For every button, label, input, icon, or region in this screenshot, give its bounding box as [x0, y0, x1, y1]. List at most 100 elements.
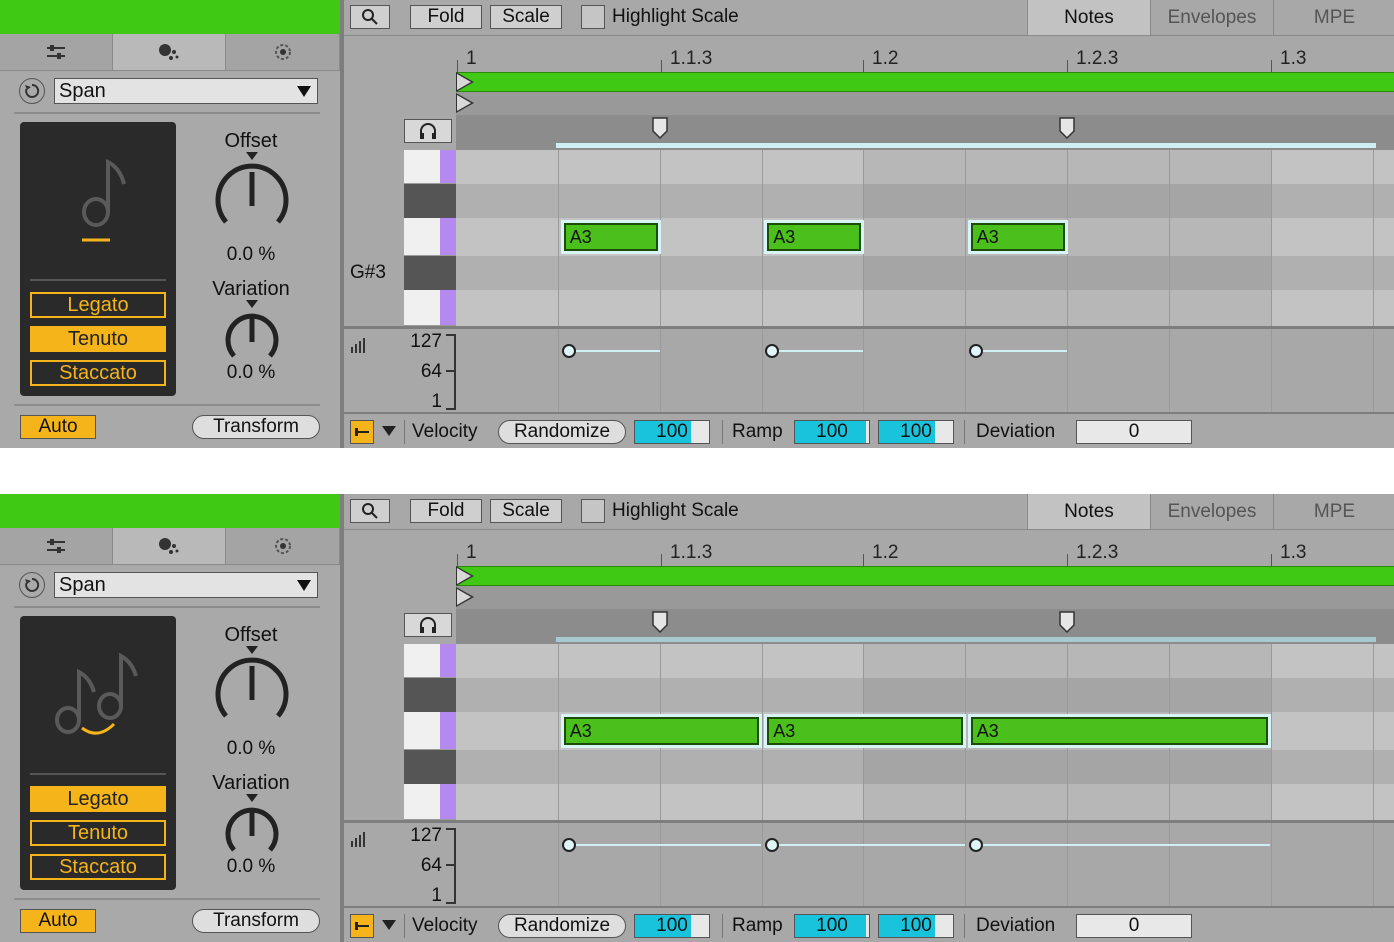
tab-mixer[interactable] [0, 34, 113, 70]
tab-target[interactable] [227, 528, 340, 564]
deviation-field[interactable]: 0 [1076, 914, 1192, 938]
transform-button[interactable]: Transform [192, 909, 320, 933]
tab-envelopes[interactable]: Envelopes [1150, 0, 1273, 35]
offset-knob[interactable] [210, 152, 294, 236]
midi-note[interactable]: A3 [970, 717, 1268, 745]
tab-mixer[interactable] [0, 528, 113, 564]
piano-key[interactable] [404, 256, 456, 290]
midi-note[interactable]: A3 [767, 223, 861, 251]
midi-note[interactable]: A3 [563, 223, 658, 251]
ramp-end-field[interactable]: 100 [878, 914, 954, 938]
velocity-lane[interactable] [456, 329, 1394, 412]
variation-knob[interactable] [220, 300, 284, 364]
warp-marker[interactable] [1059, 611, 1075, 633]
scale-button[interactable]: Scale [490, 499, 562, 523]
randomize-button[interactable]: Randomize [498, 420, 626, 444]
loop-start-marker[interactable] [456, 587, 474, 607]
span-device: Span Legato Tenuto Staccato Offset 0.0 %… [0, 0, 342, 448]
tab-notes[interactable]: Notes [1027, 494, 1150, 529]
velocity-handle[interactable] [765, 838, 780, 852]
piano-key[interactable] [404, 150, 456, 184]
velocity-value-field[interactable]: 100 [634, 420, 710, 444]
legato-button[interactable]: Legato [30, 786, 166, 812]
divider [30, 773, 166, 775]
auto-button[interactable]: Auto [20, 909, 96, 933]
note-grid[interactable]: A3 A3 A3 [456, 644, 1394, 820]
auto-button[interactable]: Auto [20, 415, 96, 439]
velocity-lane[interactable] [456, 823, 1394, 906]
note-grid[interactable]: A3 A3 A3 [456, 150, 1394, 326]
staccato-button[interactable]: Staccato [30, 854, 166, 880]
piano-key[interactable] [404, 750, 456, 784]
time-ruler[interactable]: 1 1.1.3 1.2 1.2.3 1.3 [456, 36, 1394, 72]
midi-note[interactable]: A3 [767, 717, 963, 745]
device-title-bar[interactable] [0, 494, 342, 528]
clip-start-marker[interactable] [456, 566, 474, 586]
reset-button[interactable] [19, 78, 45, 104]
clip-start-marker[interactable] [456, 72, 474, 92]
tab-envelopes[interactable]: Envelopes [1150, 494, 1273, 529]
tenuto-button[interactable]: Tenuto [30, 326, 166, 352]
tab-mpe[interactable]: MPE [1273, 0, 1394, 35]
preview-button[interactable] [404, 119, 452, 143]
piano-key[interactable] [404, 678, 456, 712]
staccato-button[interactable]: Staccato [30, 360, 166, 386]
warp-marker[interactable] [652, 117, 668, 139]
fold-toggle-button[interactable] [350, 420, 374, 444]
highlight-scale-checkbox[interactable] [581, 499, 605, 523]
clip-region[interactable] [456, 566, 1394, 586]
velocity-value-field[interactable]: 100 [634, 914, 710, 938]
velocity-handle[interactable] [968, 344, 983, 358]
tenuto-button[interactable]: Tenuto [30, 820, 166, 846]
tab-target[interactable] [227, 34, 340, 70]
loop-bracket[interactable] [556, 143, 1376, 148]
ramp-end-field[interactable]: 100 [878, 420, 954, 444]
velocity-handle[interactable] [765, 344, 780, 358]
warp-marker[interactable] [1059, 117, 1075, 139]
warp-marker[interactable] [652, 611, 668, 633]
variation-knob[interactable] [220, 794, 284, 858]
midi-note[interactable]: A3 [563, 717, 760, 745]
randomize-button[interactable]: Randomize [498, 914, 626, 938]
piano-key[interactable] [404, 644, 456, 678]
deviation-field[interactable]: 0 [1076, 420, 1192, 444]
piano-key[interactable] [404, 218, 456, 256]
ramp-start-field[interactable]: 100 [794, 914, 870, 938]
fold-button[interactable]: Fold [410, 499, 482, 523]
tab-dice[interactable] [113, 34, 226, 70]
piano-key[interactable] [404, 712, 456, 750]
legato-button[interactable]: Legato [30, 292, 166, 318]
loop-start-marker[interactable] [456, 93, 474, 113]
tab-notes[interactable]: Notes [1027, 0, 1150, 35]
span-select[interactable]: Span [54, 572, 318, 598]
tab-dice[interactable] [113, 528, 226, 564]
piano-key[interactable] [404, 184, 456, 218]
time-ruler[interactable]: 1 1.1.3 1.2 1.2.3 1.3 [456, 530, 1394, 566]
loop-bracket[interactable] [556, 637, 1376, 642]
preview-button[interactable] [404, 613, 452, 637]
span-select[interactable]: Span [54, 78, 318, 104]
fold-toggle-button[interactable] [350, 914, 374, 938]
clip-region[interactable] [456, 72, 1394, 92]
offset-knob[interactable] [210, 646, 294, 730]
loop-brace-strip[interactable] [456, 115, 1394, 150]
velocity-handle[interactable] [968, 838, 983, 852]
transform-button[interactable]: Transform [192, 415, 320, 439]
piano-key[interactable] [404, 784, 456, 820]
highlight-scale-checkbox[interactable] [581, 5, 605, 29]
scale-button[interactable]: Scale [490, 5, 562, 29]
search-button[interactable] [350, 499, 390, 523]
midi-note[interactable]: A3 [970, 223, 1065, 251]
tab-mpe[interactable]: MPE [1273, 494, 1394, 529]
fold-button[interactable]: Fold [410, 5, 482, 29]
chevron-down-icon[interactable] [382, 920, 396, 930]
chevron-down-icon[interactable] [382, 426, 396, 436]
device-title-bar[interactable] [0, 0, 342, 34]
piano-key[interactable] [404, 290, 456, 326]
velocity-handle[interactable] [561, 344, 576, 358]
ramp-start-field[interactable]: 100 [794, 420, 870, 444]
reset-button[interactable] [19, 572, 45, 598]
velocity-handle[interactable] [561, 838, 576, 852]
search-button[interactable] [350, 5, 390, 29]
loop-brace-strip[interactable] [456, 609, 1394, 644]
